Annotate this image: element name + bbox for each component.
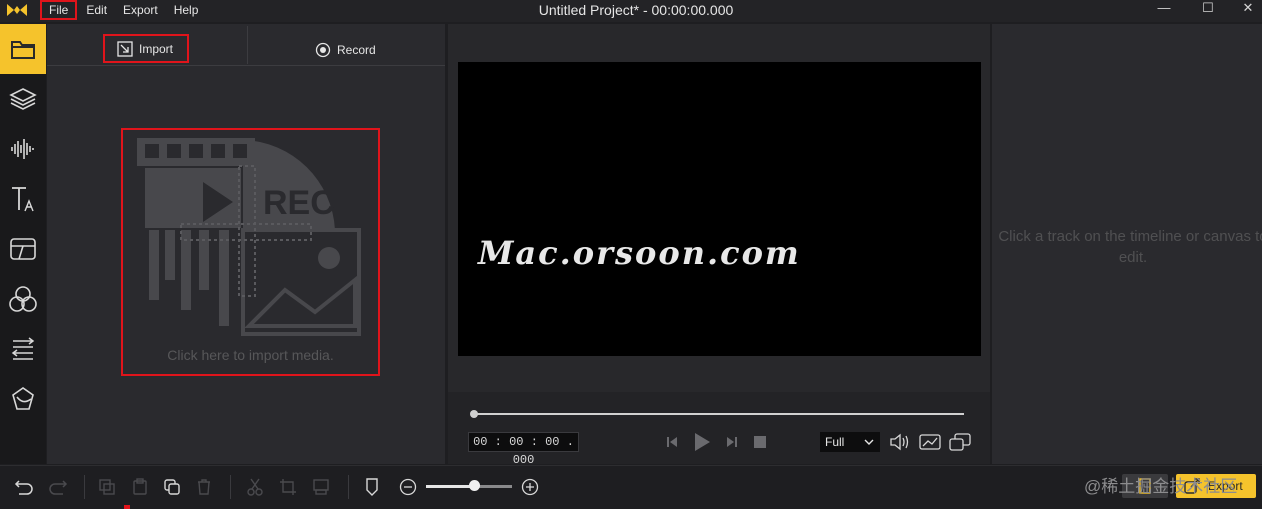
sidebar-item-stickers[interactable]: [0, 374, 46, 424]
record-button[interactable]: Record: [315, 36, 376, 64]
app-window: File Edit Export Help Untitled Project* …: [0, 0, 1262, 509]
freeze-frame-button[interactable]: [310, 476, 332, 498]
scrub-track[interactable]: [474, 413, 964, 415]
import-icon: [117, 40, 133, 57]
timeline-zoom-fill: [426, 485, 475, 488]
preview-zoom-select[interactable]: Full: [820, 432, 880, 452]
duplicate-icon: [164, 479, 180, 495]
prev-frame-button[interactable]: [662, 430, 682, 454]
import-hint: Click here to import media.: [167, 347, 334, 363]
volume-icon: [890, 433, 909, 451]
next-frame-icon: [727, 437, 737, 447]
stop-button[interactable]: [750, 430, 770, 454]
volume-button[interactable]: [888, 430, 912, 454]
zoom-out-icon: [399, 478, 417, 496]
layers-icon: [9, 88, 37, 110]
video-canvas[interactable]: Mac.orsoon.com: [458, 62, 981, 356]
import-button[interactable]: Import: [103, 34, 189, 63]
maximize-button[interactable]: ☐: [1188, 0, 1228, 20]
fullscreen-button[interactable]: [948, 430, 972, 454]
redo-button[interactable]: [47, 476, 69, 498]
sticker-icon: [12, 387, 34, 410]
record-label: Record: [337, 43, 376, 57]
zoom-in-icon: [521, 478, 539, 496]
zoom-in-button[interactable]: [519, 476, 541, 498]
sidebar-item-text[interactable]: [0, 174, 46, 224]
timeline-toolbar: Export @稀土掘金技术社区: [0, 465, 1262, 509]
text-icon: [12, 187, 34, 212]
freeze-frame-icon: [313, 479, 329, 495]
sidebar-item-media[interactable]: [0, 24, 46, 74]
preview-zoom-value: Full: [825, 435, 845, 449]
redo-icon: [49, 480, 68, 495]
media-placeholder-icon: REC: [137, 138, 361, 336]
delete-button[interactable]: [193, 476, 215, 498]
audio-waveform-icon: [11, 139, 34, 159]
player-controls: 00 : 00 : 00 . 000 Full: [448, 392, 990, 467]
undo-icon: [14, 480, 33, 495]
playhead-marker: [124, 505, 130, 509]
preview-area: Mac.orsoon.com: [448, 24, 990, 392]
crop-button[interactable]: [277, 476, 299, 498]
prev-frame-icon: [667, 437, 677, 447]
sidebar-item-filters[interactable]: [0, 324, 46, 374]
media-tabs: Import Record: [47, 24, 445, 66]
crop-icon: [280, 479, 296, 495]
next-frame-button[interactable]: [722, 430, 742, 454]
title-bar: File Edit Export Help Untitled Project* …: [0, 0, 1262, 22]
scissors-icon: [247, 478, 263, 496]
properties-panel: Click a track on the timeline or canvas …: [992, 24, 1262, 464]
copy-button[interactable]: [96, 476, 118, 498]
import-label: Import: [139, 41, 174, 56]
stop-icon: [754, 436, 766, 448]
play-button[interactable]: [690, 430, 714, 454]
timeline-zoom-handle[interactable]: [469, 480, 481, 491]
scrub-handle[interactable]: [470, 410, 478, 418]
undo-button[interactable]: [13, 476, 35, 498]
properties-hint: Click a track on the timeline or canvas …: [998, 228, 1262, 266]
paste-icon: [133, 478, 147, 495]
snapshot-button[interactable]: [918, 430, 942, 454]
minimize-button[interactable]: —: [1144, 0, 1184, 20]
duplicate-button[interactable]: [161, 476, 183, 498]
rec-placeholder-text: REC: [263, 184, 335, 222]
copy-icon: [99, 479, 115, 495]
marker-button[interactable]: [361, 476, 383, 498]
toolbar-separator: [230, 475, 231, 499]
media-panel: Import Record REC Click here to import m…: [47, 24, 445, 464]
sidebar-item-audio[interactable]: [0, 124, 46, 174]
marker-icon: [366, 478, 378, 496]
canvas-watermark: Mac.orsoon.com: [478, 234, 801, 272]
sidebar-item-layers[interactable]: [0, 74, 46, 124]
window-title: Untitled Project* - 00:00:00.000: [538, 2, 734, 18]
effects-icon: [9, 286, 37, 312]
sidebar-item-effects[interactable]: [0, 274, 46, 324]
split-button[interactable]: [244, 476, 266, 498]
folder-icon: [11, 41, 35, 59]
chevron-down-icon: [864, 439, 874, 445]
play-icon: [695, 433, 710, 451]
snapshot-icon: [919, 434, 941, 450]
zoom-out-button[interactable]: [397, 476, 419, 498]
timecode-display: 00 : 00 : 00 . 000: [468, 432, 579, 467]
import-drop-zone[interactable]: REC Click here to import media.: [121, 128, 380, 376]
close-button[interactable]: ✕: [1228, 0, 1262, 20]
paste-button[interactable]: [129, 476, 151, 498]
left-sidebar: [0, 24, 46, 464]
trash-icon: [198, 479, 210, 495]
transition-icon: [10, 238, 36, 260]
record-icon: [315, 42, 331, 58]
sidebar-item-transitions[interactable]: [0, 224, 46, 274]
tab-divider: [247, 26, 248, 64]
fullscreen-icon: [949, 433, 971, 451]
filter-arrows-icon: [11, 337, 35, 360]
toolbar-separator: [348, 475, 349, 499]
site-watermark: @稀土掘金技术社区: [1084, 477, 1238, 496]
toolbar-separator: [84, 475, 85, 499]
